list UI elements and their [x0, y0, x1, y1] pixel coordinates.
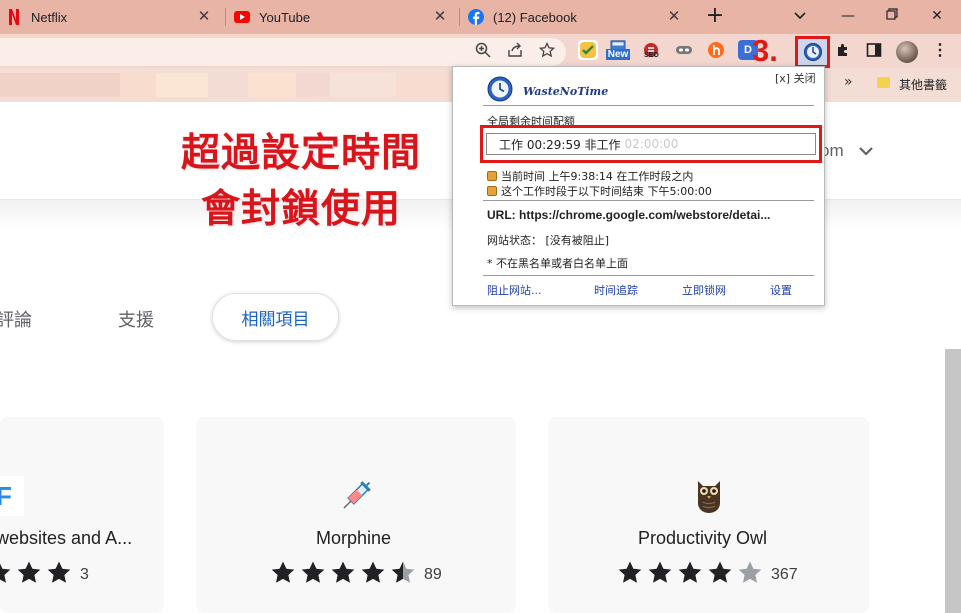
period-end-text: 这个工作时段于以下时间结束 下午5:00:00 — [501, 185, 712, 198]
seo-ext-icon[interactable]: SEO — [641, 40, 661, 60]
minimize-button[interactable]: — — [836, 4, 860, 28]
link-ext-icon[interactable] — [674, 40, 694, 60]
popup-close-button[interactable]: [x] 关闭 — [775, 70, 816, 86]
star — [677, 560, 707, 590]
card-3-title: Productivity Owl — [638, 528, 768, 548]
card-1-rating: 3 — [0, 560, 89, 590]
owl-icon — [689, 476, 729, 516]
tab-related[interactable]: 相關項目 — [212, 293, 339, 341]
star — [330, 560, 360, 590]
card-2-rating: 89 — [270, 560, 442, 590]
wastenotime-icon — [804, 43, 822, 61]
close-icon[interactable]: ✕ — [666, 9, 682, 25]
star — [46, 560, 76, 590]
popup-title: WasteNoTime — [523, 85, 609, 98]
wastenotime-extension-button[interactable] — [795, 36, 830, 68]
bookmark-star-icon[interactable] — [538, 41, 556, 59]
tab-title: (12) Facebook — [493, 9, 577, 25]
chrome-ext-icon[interactable] — [578, 40, 598, 60]
card-1-title: websites and A... — [0, 528, 133, 548]
tab-support[interactable]: 支援 — [118, 306, 154, 332]
extensions-puzzle-icon[interactable] — [833, 40, 853, 60]
divider — [483, 275, 814, 276]
star — [360, 560, 390, 590]
other-bookmarks-label[interactable]: 其他書籤 — [899, 76, 947, 93]
share-icon[interactable] — [506, 41, 524, 59]
info-icon — [487, 171, 497, 181]
period-end-line: 这个工作时段于以下时间结束 下午5:00:00 — [487, 183, 712, 199]
scrollbar[interactable] — [945, 349, 961, 613]
block-now-link[interactable]: 立即锁网 — [682, 282, 726, 298]
restore-button[interactable] — [880, 4, 904, 28]
honey-ext-icon[interactable] — [706, 40, 726, 60]
star — [617, 560, 647, 590]
tab-youtube[interactable]: YouTube ✕ — [234, 0, 456, 34]
syringe-icon — [336, 476, 376, 516]
tab-facebook[interactable]: (12) Facebook ✕ — [468, 0, 690, 34]
blurred-bookmarks — [0, 73, 452, 97]
more-bookmarks-chevron[interactable]: » — [844, 74, 853, 90]
close-icon[interactable]: ✕ — [196, 9, 212, 25]
url-line: URL: https://chrome.google.com/webstore/… — [487, 208, 771, 222]
chevron-down-icon[interactable] — [858, 143, 874, 159]
facebook-icon — [468, 9, 484, 25]
star — [707, 560, 737, 590]
work-time-label: 工作 00:29:59 非工作 — [499, 137, 621, 152]
tab-strip: Netflix ✕ YouTube ✕ (12) Facebook ✕ + — … — [0, 0, 961, 34]
wastenotime-logo-icon — [487, 76, 513, 102]
side-panel-icon[interactable] — [864, 40, 884, 60]
rating-count: 89 — [424, 566, 442, 583]
block-site-link[interactable]: 阻止网站... — [487, 282, 542, 298]
card-2-title: Morphine — [316, 528, 392, 548]
current-time-text: 当前时间 上午9:38:14 在工作时段之内 — [501, 170, 694, 183]
tab-title: YouTube — [259, 9, 311, 25]
star — [270, 560, 300, 590]
d-ext-label: D — [744, 44, 752, 56]
rating-count: 3 — [80, 566, 89, 583]
star — [737, 560, 767, 590]
star — [0, 560, 16, 590]
star — [300, 560, 330, 590]
site-status-line: 网站状态： [没有被阻止] — [487, 234, 610, 247]
close-icon[interactable]: ✕ — [432, 9, 448, 25]
new-badge: New — [605, 49, 631, 60]
promo-line-1: 超過設定時間 — [180, 131, 421, 176]
zoom-icon[interactable] — [474, 41, 492, 59]
step-number-annotation: 3. — [752, 33, 778, 68]
seo-label: SEO — [644, 52, 659, 59]
tab-separator — [225, 8, 226, 26]
rating-count: 367 — [771, 566, 798, 583]
wastenotime-popup: [x] 关闭 WasteNoTime 全局剩余时间配额 工作 00:29:59 … — [452, 66, 825, 306]
settings-link[interactable]: 设置 — [770, 282, 792, 298]
info-icon — [487, 186, 497, 196]
time-tracking-link[interactable]: 时间追踪 — [594, 282, 638, 298]
new-ext-icon[interactable]: New — [605, 40, 631, 60]
tab-title: Netflix — [31, 9, 68, 25]
star — [390, 560, 420, 590]
quota-box: 工作 00:29:59 非工作 02:00:00 — [486, 133, 816, 155]
new-tab-button[interactable]: + — [704, 5, 726, 28]
youtube-icon — [234, 9, 250, 25]
tab-reviews[interactable]: 評論 — [0, 306, 32, 332]
profile-avatar[interactable] — [896, 41, 918, 63]
promo-line-2: 會封鎖使用 — [200, 187, 401, 232]
divider — [483, 105, 814, 106]
list-note: * 不在黑名单或者白名单上面 — [487, 257, 628, 270]
netflix-icon — [6, 9, 22, 25]
menu-kebab-icon[interactable]: ⋮ — [930, 40, 950, 60]
tab-separator — [459, 8, 460, 26]
current-time-line: 当前时间 上午9:38:14 在工作时段之内 — [487, 168, 693, 184]
star — [16, 560, 46, 590]
star — [647, 560, 677, 590]
card-3-rating: 367 — [617, 560, 798, 590]
tab-search-chevron-icon[interactable] — [788, 4, 812, 28]
divider — [483, 200, 814, 201]
tab-netflix[interactable]: Netflix ✕ — [6, 0, 220, 34]
card-1-icon: F — [0, 476, 24, 516]
close-window-button[interactable]: ✕ — [925, 4, 949, 28]
folder-icon — [877, 77, 890, 88]
nonwork-time: 02:00:00 — [624, 137, 679, 151]
